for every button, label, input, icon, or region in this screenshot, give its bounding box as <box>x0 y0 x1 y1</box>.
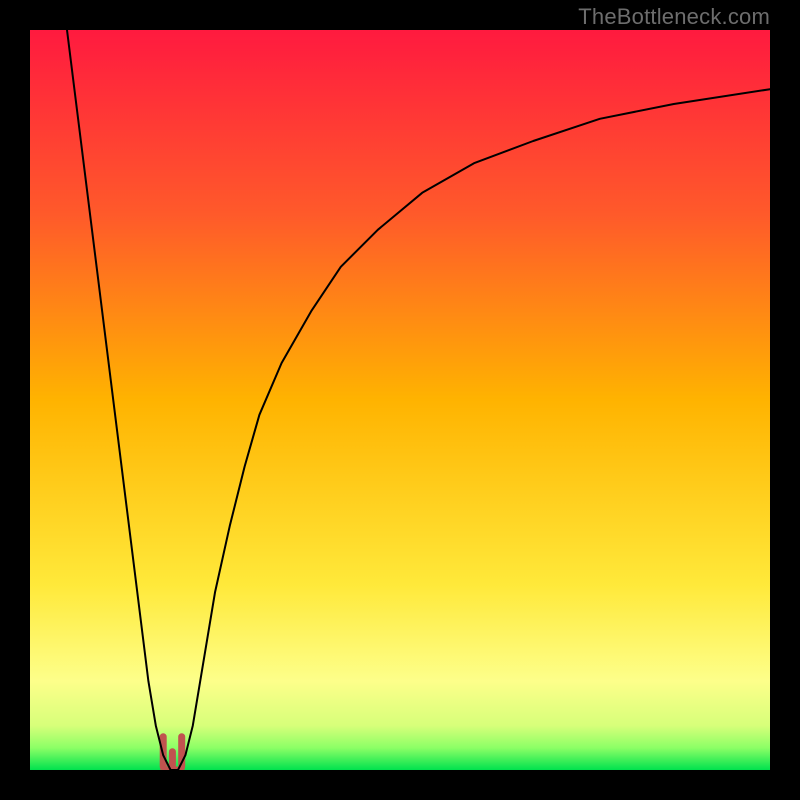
chart-svg <box>30 30 770 770</box>
gradient-background <box>30 30 770 770</box>
watermark-text: TheBottleneck.com <box>578 4 770 30</box>
plot-area <box>30 30 770 770</box>
chart-frame: TheBottleneck.com <box>0 0 800 800</box>
